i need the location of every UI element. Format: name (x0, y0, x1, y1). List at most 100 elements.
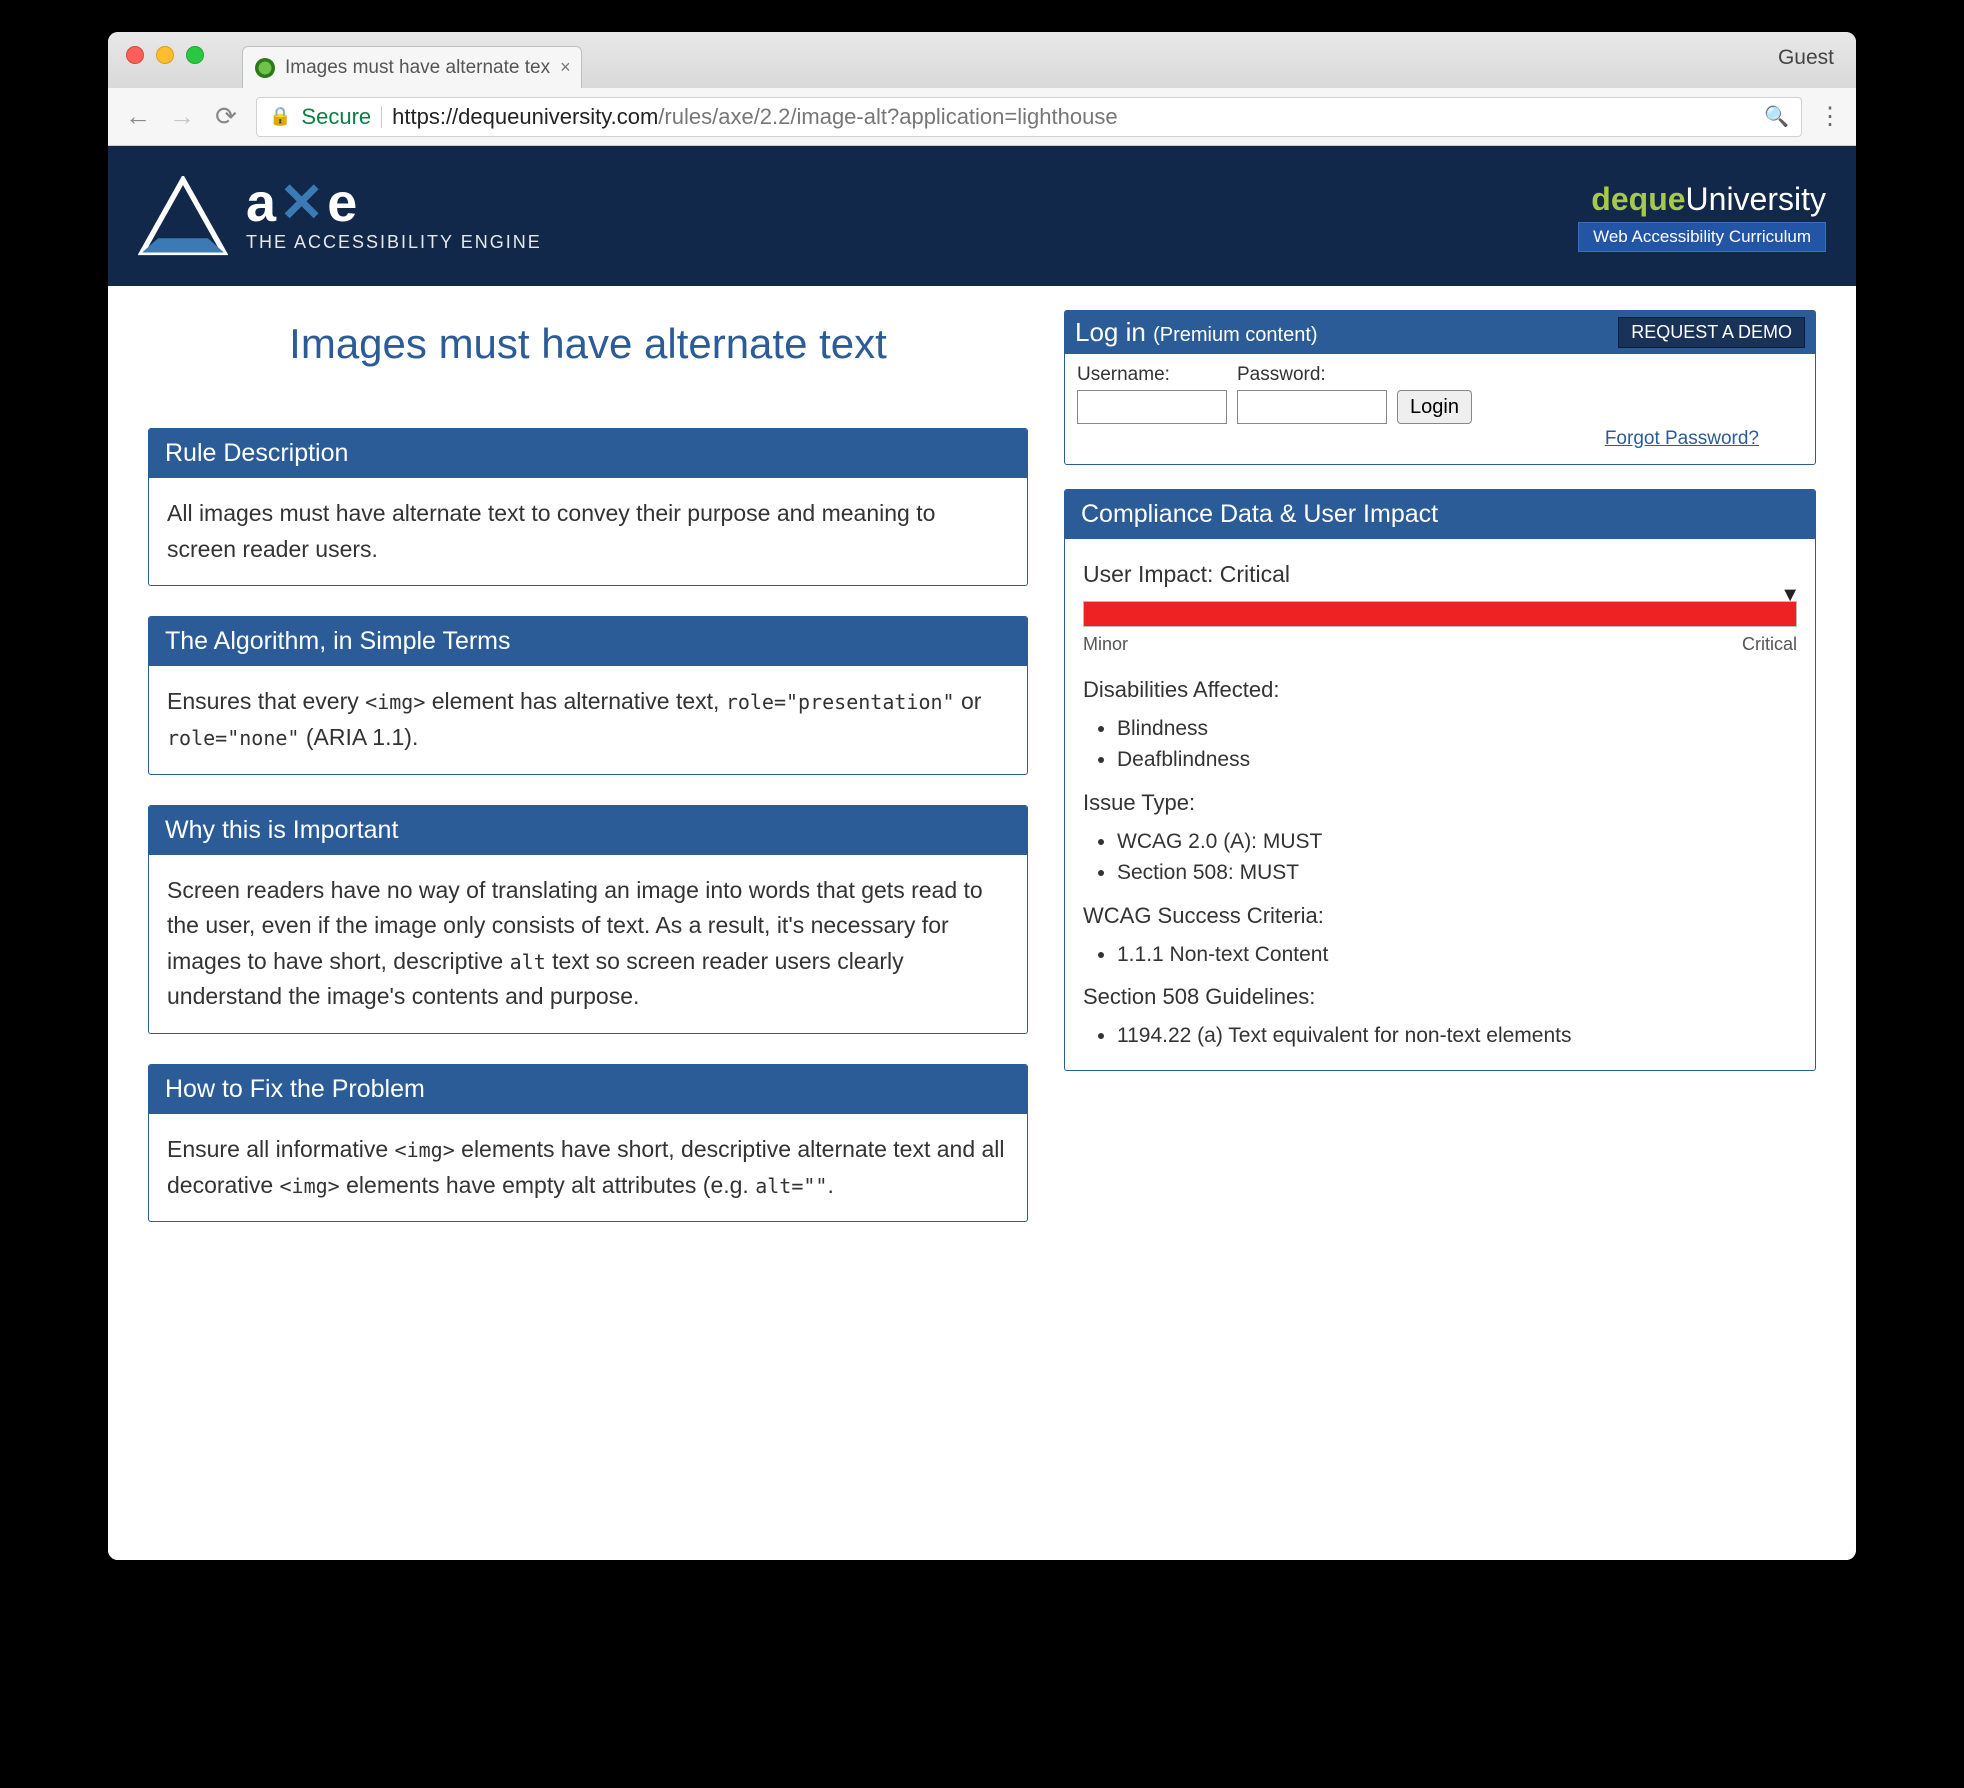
content-grid: Images must have alternate text Rule Des… (108, 286, 1856, 1246)
text: elements have empty alt attributes (e.g. (340, 1172, 755, 1198)
axe-tagline: THE ACCESSIBILITY ENGINE (246, 232, 542, 253)
text: element has alternative text, (425, 688, 725, 714)
issue-type-heading: Issue Type: (1083, 786, 1797, 820)
impact-meter (1083, 601, 1797, 627)
forgot-password-link[interactable]: Forgot Password? (1605, 428, 1759, 449)
disabilities-list: Blindness Deafblindness (1117, 713, 1797, 776)
compliance-card: Compliance Data & User Impact User Impac… (1064, 489, 1816, 1071)
username-input[interactable] (1077, 390, 1227, 424)
card-how-to-fix: How to Fix the Problem Ensure all inform… (148, 1064, 1028, 1222)
code: role="presentation" (726, 690, 955, 714)
card-body: Ensure all informative <img> elements ha… (149, 1114, 1027, 1221)
page: a✕e THE ACCESSIBILITY ENGINE dequeUniver… (108, 146, 1856, 1560)
reload-icon[interactable]: ⟳ (212, 101, 240, 132)
axe-logo-text: a✕e THE ACCESSIBILITY ENGINE (246, 179, 542, 253)
wcag-heading: WCAG Success Criteria: (1083, 899, 1797, 933)
axe-triangle-icon (138, 176, 228, 256)
omnibox-search-icon[interactable]: 🔍 (1764, 104, 1789, 129)
card-rule-description: Rule Description All images must have al… (148, 428, 1028, 586)
deque-university-brand[interactable]: dequeUniversity Web Accessibility Curric… (1578, 181, 1826, 252)
main-column: Images must have alternate text Rule Des… (148, 310, 1028, 1222)
lock-icon: 🔒 (269, 106, 291, 127)
url-host: https://dequeuniversity.com (392, 104, 658, 129)
wcag-list: 1.1.1 Non-text Content (1117, 939, 1797, 971)
meter-max-label: Critical (1742, 631, 1797, 659)
card-algorithm: The Algorithm, in Simple Terms Ensures t… (148, 616, 1028, 774)
du-deque: deque (1591, 181, 1685, 217)
impact-value: Critical (1220, 561, 1290, 587)
card-body: Screen readers have no way of translatin… (149, 855, 1027, 1034)
s508-heading: Section 508 Guidelines: (1083, 980, 1797, 1014)
omnibox[interactable]: 🔒 Secure https://dequeuniversity.com/rul… (256, 97, 1802, 137)
card-header: Why this is Important (149, 806, 1027, 855)
url-path: /rules/axe/2.2/image-alt?application=lig… (658, 104, 1117, 129)
maximize-window-icon[interactable] (186, 46, 204, 64)
close-window-icon[interactable] (126, 46, 144, 64)
site-banner: a✕e THE ACCESSIBILITY ENGINE dequeUniver… (108, 146, 1856, 286)
meter-min-label: Minor (1083, 631, 1128, 659)
s508-list: 1194.22 (a) Text equivalent for non-text… (1117, 1020, 1797, 1052)
profile-guest-label[interactable]: Guest (1778, 46, 1834, 70)
password-label: Password: (1237, 364, 1387, 386)
code: <img> (365, 690, 425, 714)
sidebar-column: Log in (Premium content) REQUEST A DEMO … (1064, 310, 1816, 1222)
code: <img> (395, 1138, 455, 1162)
minimize-window-icon[interactable] (156, 46, 174, 64)
text: Ensures that every (167, 688, 365, 714)
list-item: WCAG 2.0 (A): MUST (1117, 826, 1797, 858)
chrome-tab-strip: Images must have alternate tex × Guest (108, 32, 1856, 88)
login-heading: Log in (1075, 317, 1146, 347)
window-controls (126, 46, 204, 64)
card-why-important: Why this is Important Screen readers hav… (148, 805, 1028, 1035)
code: role="none" (167, 726, 299, 750)
chrome-menu-icon[interactable]: ⋮ (1818, 102, 1840, 131)
tab-close-icon[interactable]: × (560, 57, 571, 78)
tab-title: Images must have alternate tex (285, 57, 550, 79)
url-text: https://dequeuniversity.com/rules/axe/2.… (392, 104, 1117, 130)
axe-letter-a: a (246, 179, 277, 228)
card-header: Rule Description (149, 429, 1027, 478)
text: . (827, 1172, 833, 1198)
text: Ensure all informative (167, 1136, 395, 1162)
card-header: The Algorithm, in Simple Terms (149, 617, 1027, 666)
browser-tab[interactable]: Images must have alternate tex × (242, 46, 582, 88)
issue-type-list: WCAG 2.0 (A): MUST Section 508: MUST (1117, 826, 1797, 889)
login-card: Log in (Premium content) REQUEST A DEMO … (1064, 310, 1816, 465)
login-header: Log in (Premium content) REQUEST A DEMO (1065, 311, 1815, 354)
text: or (955, 688, 982, 714)
login-button[interactable]: Login (1397, 390, 1472, 424)
omnibox-divider (381, 106, 382, 128)
password-input[interactable] (1237, 390, 1387, 424)
list-item: 1.1.1 Non-text Content (1117, 939, 1797, 971)
du-subtitle: Web Accessibility Curriculum (1578, 222, 1826, 252)
card-header: Compliance Data & User Impact (1065, 490, 1815, 539)
page-title: Images must have alternate text (148, 320, 1028, 368)
username-label: Username: (1077, 364, 1227, 386)
login-form: Username: Password: Login (1065, 354, 1815, 428)
list-item: Section 508: MUST (1117, 857, 1797, 889)
back-icon[interactable]: ← (124, 101, 152, 132)
list-item: Blindness (1117, 713, 1797, 745)
disabilities-heading: Disabilities Affected: (1083, 673, 1797, 707)
axe-letter-e: e (327, 179, 358, 228)
code: <img> (280, 1174, 340, 1198)
axe-logo[interactable]: a✕e THE ACCESSIBILITY ENGINE (138, 176, 542, 256)
card-body: User Impact: Critical Minor Critical Dis… (1065, 539, 1815, 1070)
axe-letter-x: ✕ (279, 179, 325, 228)
login-subheading: (Premium content) (1153, 324, 1318, 346)
impact-label: User Impact: (1083, 561, 1213, 587)
card-body: All images must have alternate text to c… (149, 478, 1027, 585)
list-item: 1194.22 (a) Text equivalent for non-text… (1117, 1020, 1797, 1052)
code: alt="" (755, 1174, 827, 1198)
forward-icon: → (168, 101, 196, 132)
secure-label: Secure (301, 104, 371, 130)
card-body: Ensures that every <img> element has alt… (149, 666, 1027, 773)
list-item: Deafblindness (1117, 744, 1797, 776)
tab-favicon-icon (255, 58, 275, 78)
chrome-toolbar: ← → ⟳ 🔒 Secure https://dequeuniversity.c… (108, 88, 1856, 146)
browser-window: Images must have alternate tex × Guest ←… (108, 32, 1856, 1560)
request-demo-button[interactable]: REQUEST A DEMO (1618, 317, 1805, 348)
du-university: University (1686, 181, 1826, 217)
text: (ARIA 1.1). (299, 724, 418, 750)
card-header: How to Fix the Problem (149, 1065, 1027, 1114)
